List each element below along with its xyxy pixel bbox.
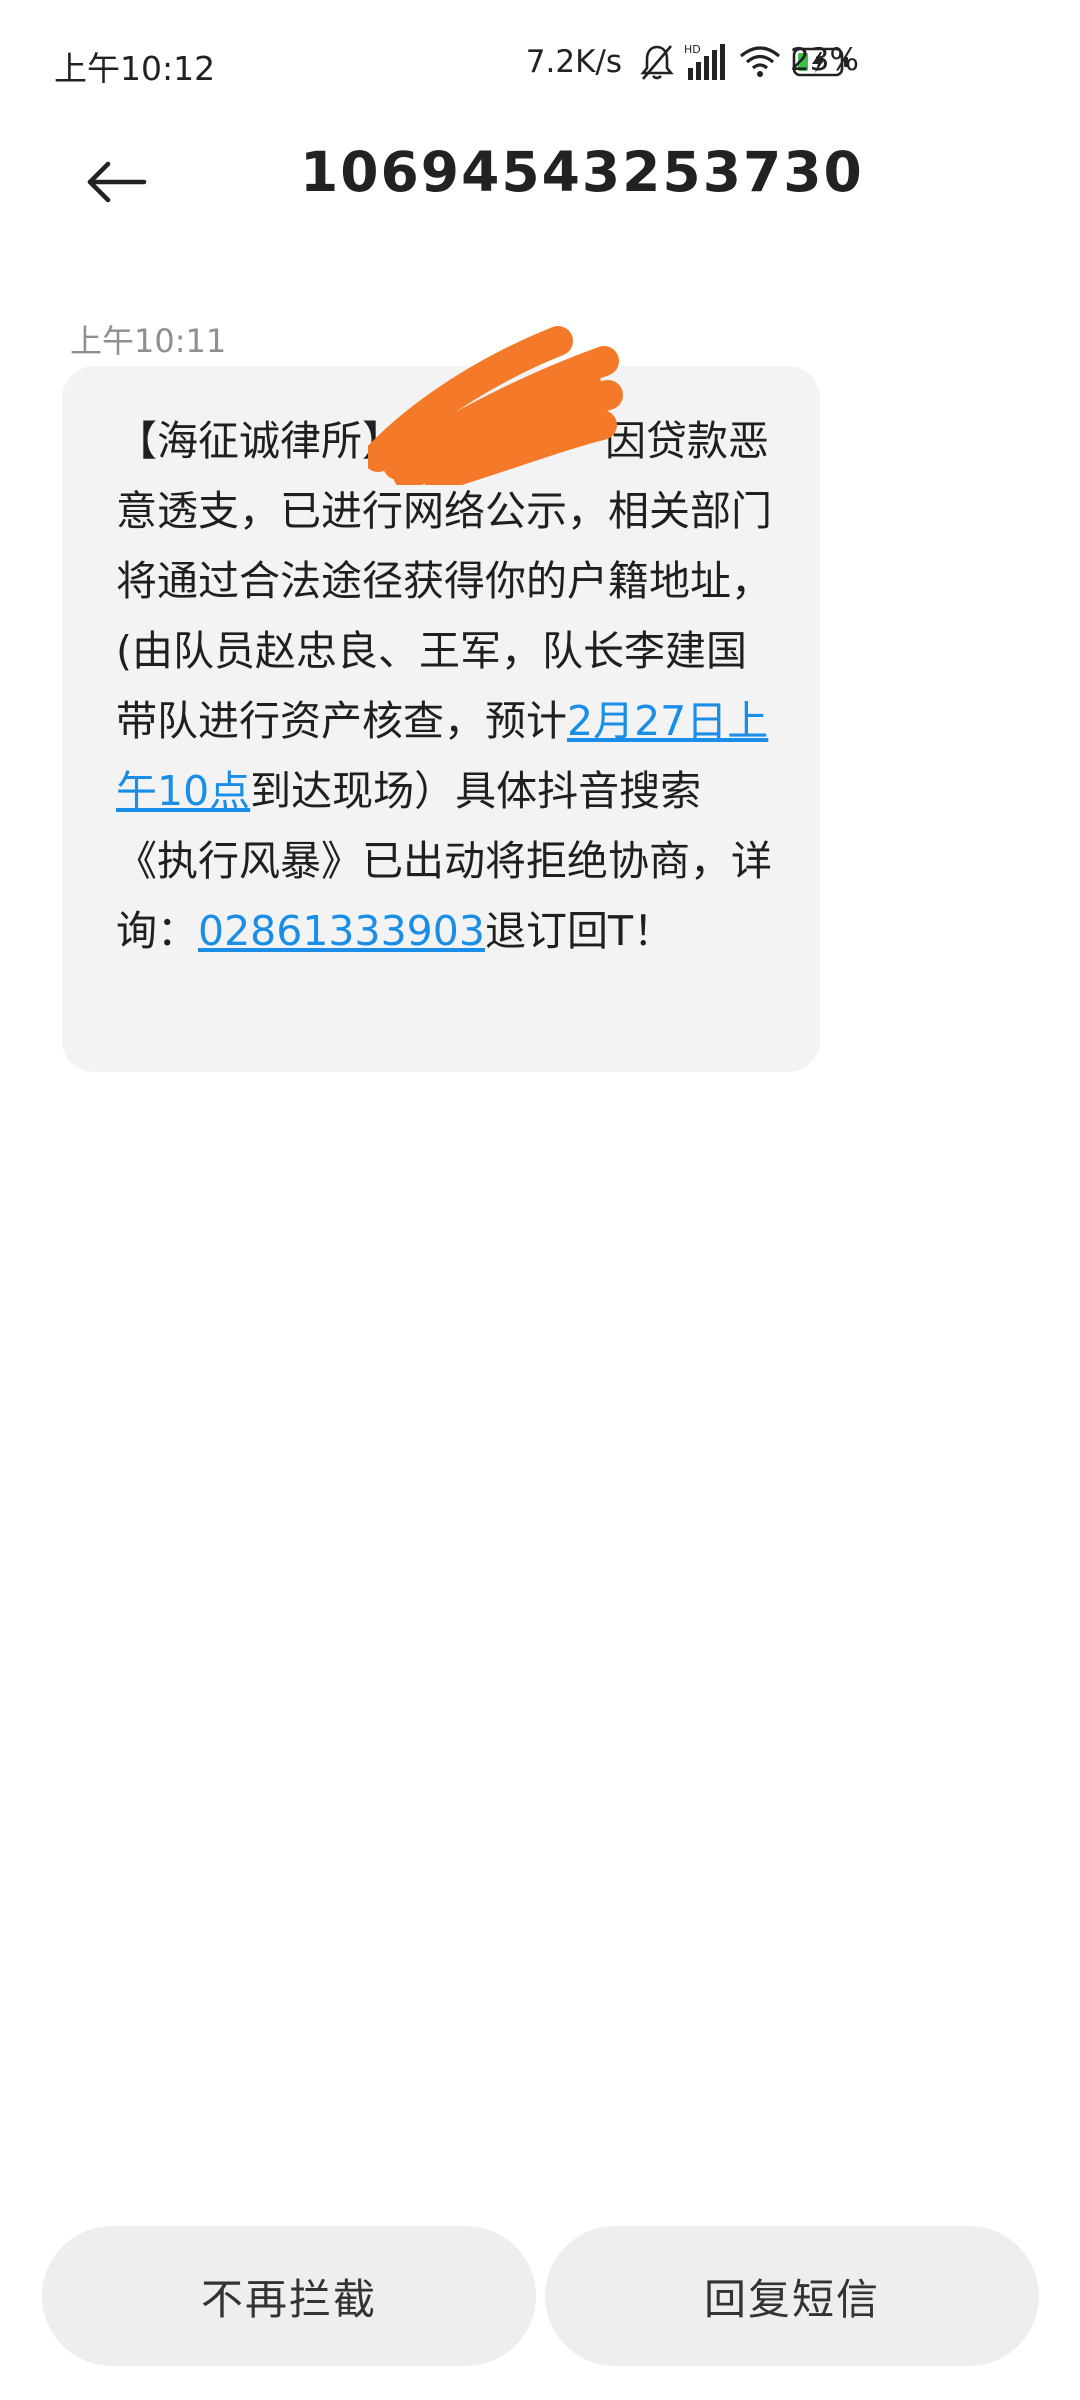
wifi-icon <box>738 44 782 80</box>
bell-off-icon <box>640 43 674 81</box>
hd-signal-icon: HD <box>684 42 728 82</box>
conversation-header: 10694543253730 <box>0 130 1080 240</box>
arrow-left-icon <box>84 160 148 208</box>
status-bar: 上午10:12 7.2K/s HD 23% <box>0 0 1080 130</box>
battery-percent: 23% <box>790 42 859 78</box>
svg-text:HD: HD <box>684 43 701 56</box>
network-speed: 7.2K/s <box>525 44 622 80</box>
bottom-actions: 不再拦截 回复短信 <box>0 2226 1080 2366</box>
redaction-scribble <box>368 326 623 485</box>
status-time: 上午10:12 <box>54 49 216 88</box>
message-text-part4: 退订回T！ <box>484 907 674 955</box>
message-text-part1: 【海征诚律所】 <box>116 417 403 465</box>
phone-link[interactable]: 02861333903 <box>198 907 485 955</box>
message-text: 【海征诚律所】 因贷款恶意透支，已进行网络公示，相关部门将通过合法途径获得你的户籍… <box>116 406 776 966</box>
back-button[interactable] <box>70 152 162 216</box>
reply-sms-button[interactable]: 回复短信 <box>545 2226 1039 2366</box>
sender-number-title: 10694543253730 <box>300 140 864 204</box>
message-timestamp: 上午10:11 <box>70 322 227 360</box>
stop-blocking-button[interactable]: 不再拦截 <box>42 2226 536 2366</box>
